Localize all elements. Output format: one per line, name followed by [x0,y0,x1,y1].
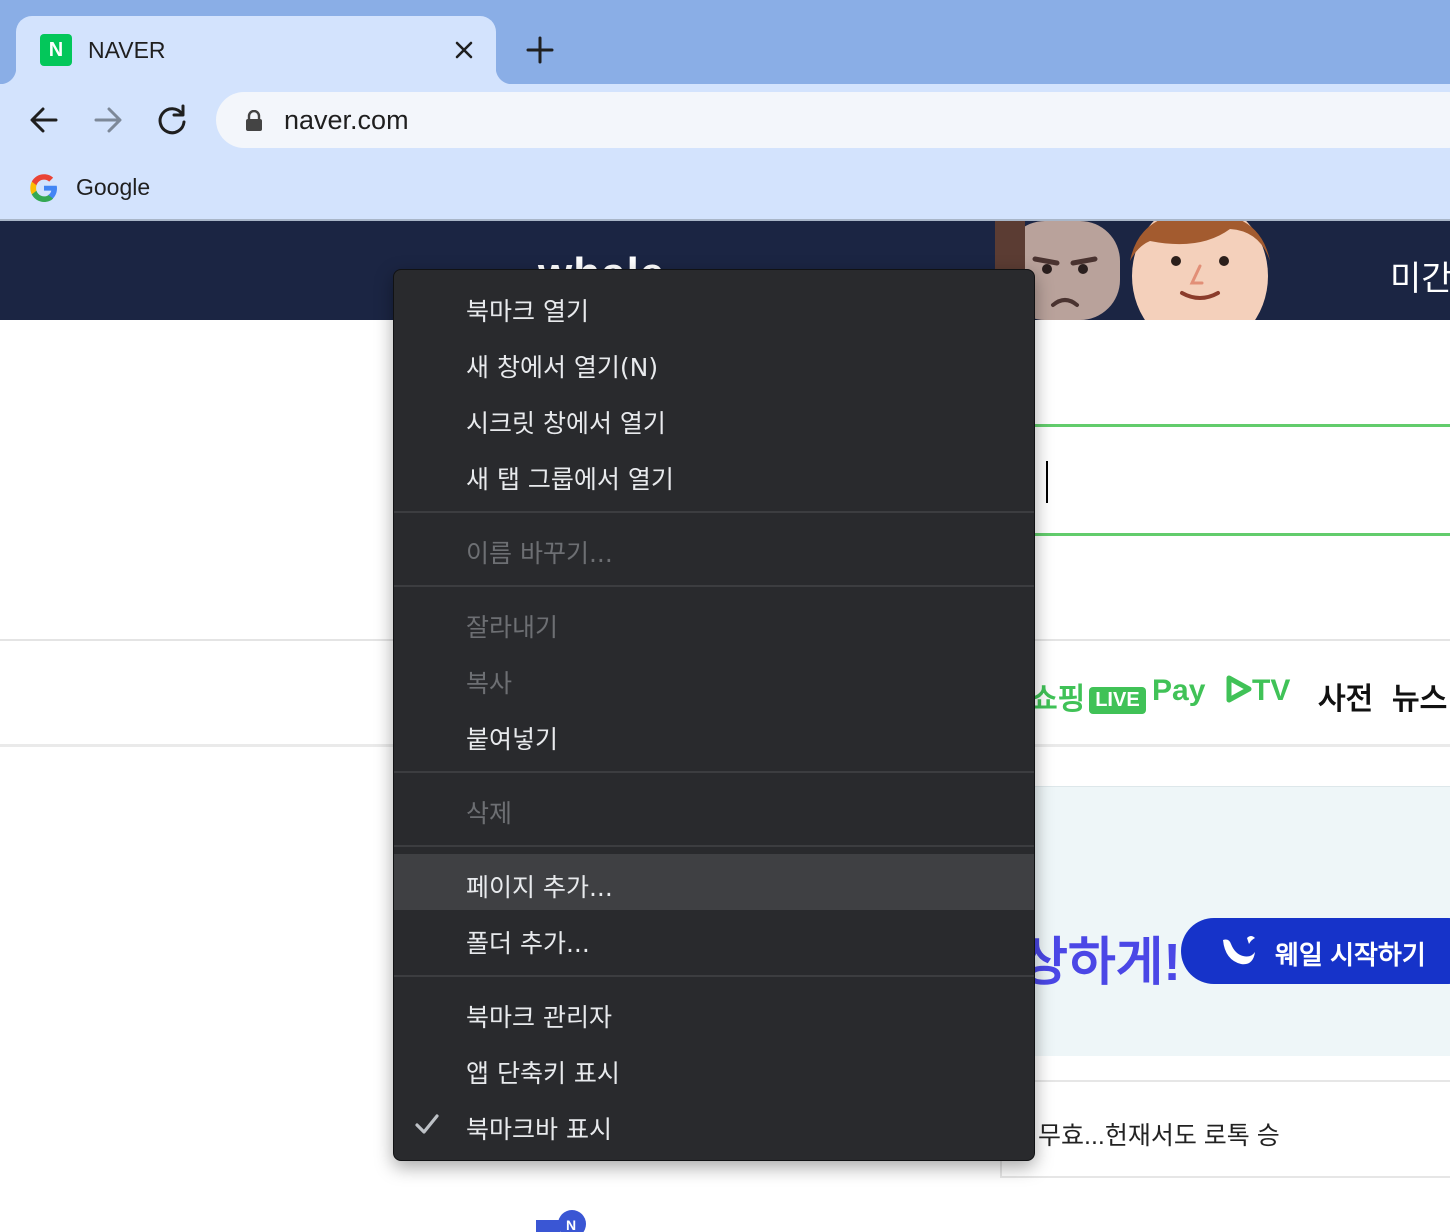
menu-item-label: 새 창에서 열기(N) [466,353,659,382]
menu-item-label: 복사 [466,669,513,698]
service-label: 사전 [1318,683,1374,716]
menu-item-label: 잘라내기 [466,613,559,642]
news-ticker-text[interactable]: 무효...헌재서도 로톡 승 [1038,1116,1280,1152]
menu-item-label: 북마크 관리자 [466,1003,612,1032]
bookmark-label: Google [76,174,151,200]
play-icon [1226,675,1252,703]
new-tab-plus-icon[interactable] [520,30,560,70]
menu-separator [394,771,1034,773]
service-dictionary-link[interactable]: 사전 [1318,674,1373,718]
service-news-link[interactable]: 뉴스 [1392,674,1447,718]
tab-strip: N NAVER [0,0,1450,84]
tab-naver[interactable]: N NAVER [0,16,512,84]
svg-text:N: N [566,1217,576,1232]
menu-item-label: 이름 바꾸기... [466,539,613,568]
menu-item-label: 시크릿 창에서 열기 [466,409,666,438]
search-input[interactable] [1000,424,1450,536]
service-label: TV [1252,674,1291,707]
browser-toolbar: naver.com Google [0,84,1450,220]
menu-item-show-bookmarks-bar[interactable]: 북마크바 표시 [394,1096,1034,1152]
service-shopping-live-link[interactable]: 쇼핑 LIVE [1030,674,1146,718]
tab-title: NAVER [88,37,166,63]
menu-item-rename[interactable]: 이름 바꾸기... [394,520,1034,576]
start-whale-button[interactable]: 웨일 시작하기 [1181,918,1450,984]
menu-separator [394,511,1034,513]
url-text[interactable]: naver.com [284,105,409,136]
menu-separator [394,845,1034,847]
text-caret [1046,461,1048,503]
menu-item-label: 새 탭 그룹에서 열기 [466,465,674,494]
lock-icon[interactable] [244,110,264,132]
menu-separator [394,975,1034,977]
menu-item-paste[interactable]: 붙여넣기 [394,706,1034,762]
checkmark-icon [415,1114,439,1134]
reload-icon[interactable] [152,100,192,140]
menu-item-copy[interactable]: 복사 [394,650,1034,706]
close-icon[interactable] [450,36,478,64]
menu-item-label: 북마크바 표시 [466,1115,612,1144]
menu-item-show-app-shortcuts[interactable]: 앱 단축키 표시 [394,1040,1034,1096]
service-label: Pay [1152,674,1206,707]
menu-item-open-new-tab-group[interactable]: 새 탭 그룹에서 열기 [394,446,1034,502]
banner-text: 미간 [1390,260,1450,298]
naver-news-icon: N [536,1210,586,1232]
menu-item-open-incognito[interactable]: 시크릿 창에서 열기 [394,390,1034,446]
service-label: 쇼핑 [1030,683,1086,716]
menu-item-label: 삭제 [466,799,513,828]
menu-item-label: 폴더 추가... [466,929,590,958]
menu-item-add-folder[interactable]: 폴더 추가... [394,910,1034,966]
service-pay-link[interactable]: Pay [1152,674,1205,708]
button-label: 웨일 시작하기 [1275,940,1426,970]
google-logo-icon [30,174,57,202]
menu-item-add-page[interactable]: 페이지 추가... [394,854,1034,910]
address-bar[interactable]: naver.com [216,92,1450,148]
character-face-right-icon [1130,221,1270,320]
back-arrow-icon[interactable] [24,100,64,140]
naver-favicon-icon: N [40,34,72,66]
promo-headline: 상하게! [1020,934,1181,992]
service-label: 뉴스 [1392,683,1448,716]
menu-item-label: 페이지 추가... [466,873,613,902]
service-tv-link[interactable]: TV [1226,674,1290,708]
menu-item-label: 북마크 열기 [466,297,589,326]
live-badge: LIVE [1089,687,1146,714]
menu-item-bookmark-manager[interactable]: 북마크 관리자 [394,984,1034,1040]
menu-item-label: 붙여넣기 [466,725,559,754]
forward-arrow-icon[interactable] [88,100,128,140]
bookmark-context-menu: 북마크 열기 새 창에서 열기(N) 시크릿 창에서 열기 새 탭 그룹에서 열… [393,269,1035,1161]
menu-item-open-new-window[interactable]: 새 창에서 열기(N) [394,334,1034,390]
menu-item-delete[interactable]: 삭제 [394,780,1034,836]
menu-item-cut[interactable]: 잘라내기 [394,594,1034,650]
menu-item-label: 앱 단축키 표시 [466,1059,620,1088]
menu-separator [394,585,1034,587]
whale-icon [1223,936,1255,965]
menu-item-open-bookmark[interactable]: 북마크 열기 [394,278,1034,334]
